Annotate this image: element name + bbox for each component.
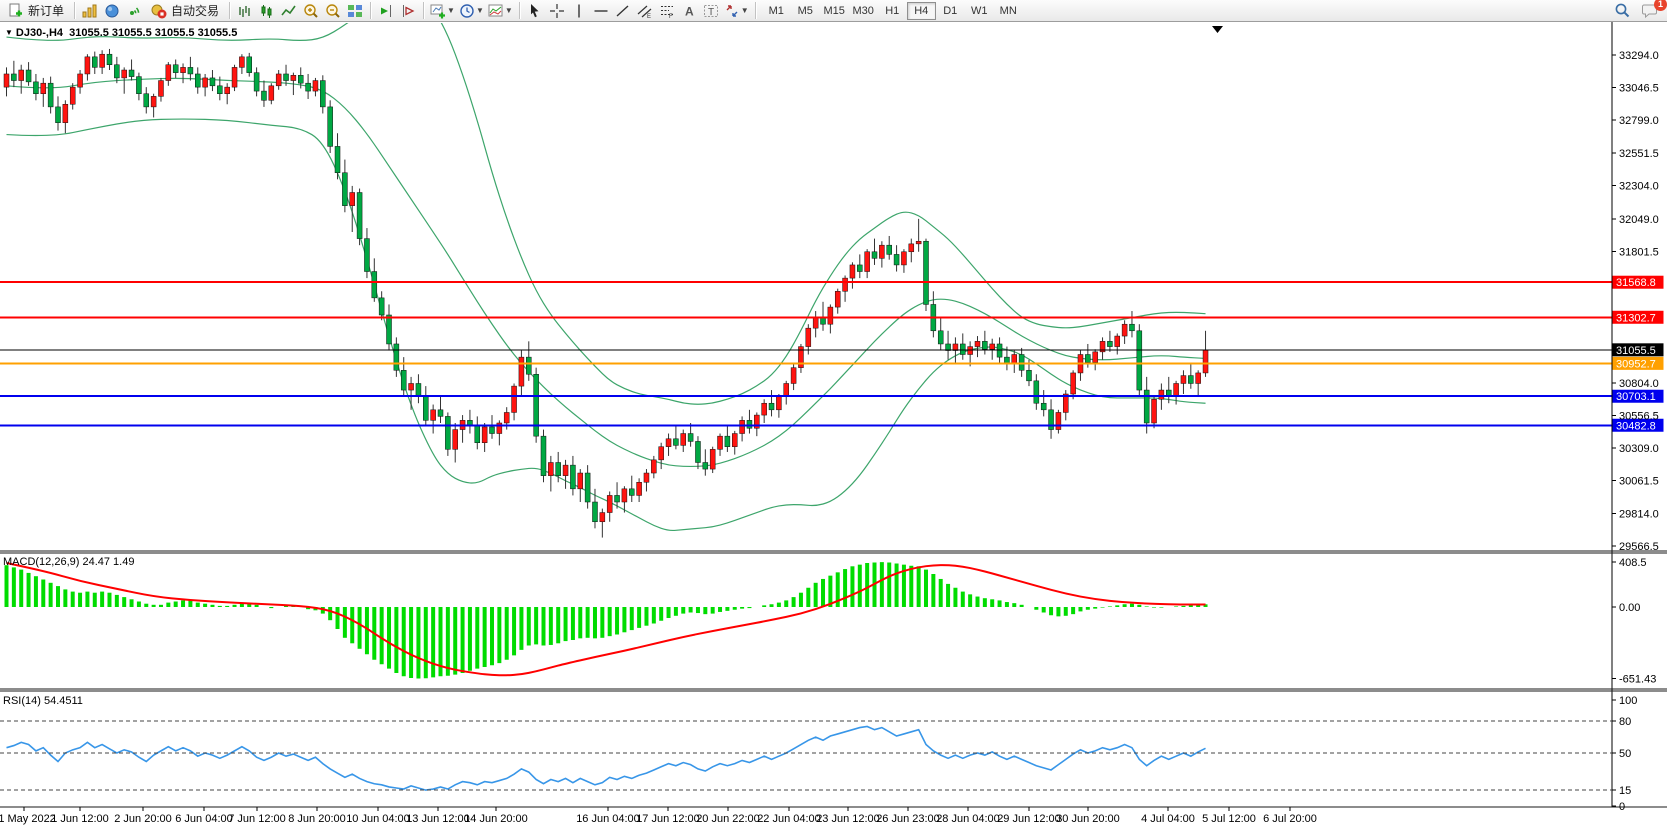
timeframe-group: M1 M5 M15 M30 H1 H4 D1 W1 MN (762, 1, 1023, 20)
auto-trading-label: 自动交易 (171, 4, 220, 18)
search-icon (1614, 2, 1631, 19)
timeframe-D1[interactable]: D1 (936, 2, 965, 20)
zoom-out-icon (325, 3, 341, 19)
timeframe-H1[interactable]: H1 (878, 2, 907, 20)
channel-icon: E (637, 3, 653, 19)
arrows-icon (724, 3, 740, 19)
equidistant-channel-button[interactable]: E (634, 1, 656, 21)
time-axis[interactable] (0, 807, 1612, 829)
auto-scroll-button[interactable] (375, 1, 397, 21)
indicators-icon (488, 3, 504, 19)
collapse-arrow-icon: ▼ (5, 28, 13, 37)
timeframe-MN[interactable]: MN (994, 2, 1023, 20)
bar-chart-icon (237, 3, 253, 19)
new-order-label: 新订单 (28, 4, 65, 18)
candlestick-chart-button[interactable] (256, 1, 278, 21)
auto-scroll-icon (378, 3, 394, 19)
navigator-icon (104, 3, 120, 19)
market-watch-button[interactable] (79, 1, 101, 21)
zoom-in-icon (303, 3, 319, 19)
search-button[interactable] (1611, 1, 1633, 21)
horizontal-line-icon (593, 3, 609, 19)
svg-text:A: A (685, 4, 694, 18)
text-button[interactable]: A (678, 1, 700, 21)
macd-panel[interactable] (0, 554, 1612, 688)
svg-text:E: E (647, 14, 651, 19)
clock-icon (459, 3, 475, 19)
trendline-icon (615, 3, 631, 19)
crosshair-button[interactable] (546, 1, 568, 21)
timeframe-M15[interactable]: M15 (820, 2, 849, 20)
new-chart-dropdown[interactable]: ▼ (428, 1, 457, 21)
rsi-panel[interactable] (0, 692, 1612, 806)
symbol-ohlc-header: ▼ DJ30-,H4 31055.5 31055.5 31055.5 31055.… (5, 27, 238, 39)
market-watch-icon (82, 3, 98, 19)
zoom-out-button[interactable] (322, 1, 344, 21)
notification-badge: 1 (1654, 0, 1667, 11)
timeframe-H4[interactable]: H4 (906, 1, 936, 20)
rsi-indicator-label: RSI(14) 54.4511 (3, 695, 83, 707)
main-chart-panel[interactable] (0, 22, 1612, 551)
price-axis[interactable] (1612, 22, 1667, 807)
text-label-icon: T (703, 3, 719, 19)
toolbar: 新订单 自动交易 ▼ ▼ ▼ E F A T ▼ M1 M5 M15 M30 H1 H4 D… (0, 0, 1667, 22)
indicators-dropdown[interactable]: ▼ (486, 1, 515, 21)
auto-trading-button[interactable]: 自动交易 (145, 1, 225, 21)
new-chart-icon (430, 3, 446, 19)
arrows-dropdown[interactable]: ▼ (722, 1, 751, 21)
signals-button[interactable] (123, 1, 145, 21)
chart-shift-button[interactable] (397, 1, 419, 21)
chart-shift-icon (400, 3, 416, 19)
svg-text:T: T (708, 7, 714, 18)
horizontal-line-button[interactable] (590, 1, 612, 21)
tile-windows-icon (347, 3, 363, 19)
cursor-button[interactable] (524, 1, 546, 21)
navigator-button[interactable] (101, 1, 123, 21)
line-chart-button[interactable] (278, 1, 300, 21)
text-label-button[interactable]: T (700, 1, 722, 21)
tile-windows-button[interactable] (344, 1, 366, 21)
cursor-icon (527, 3, 543, 19)
text-icon: A (681, 3, 697, 19)
notifications-button[interactable]: 1 (1639, 0, 1667, 21)
vertical-line-button[interactable] (568, 1, 590, 21)
trendline-button[interactable] (612, 1, 634, 21)
timeframe-M30[interactable]: M30 (849, 2, 878, 20)
fibonacci-button[interactable]: F (656, 1, 678, 21)
vertical-line-icon (571, 3, 587, 19)
macd-indicator-label: MACD(12,26,9) 24.47 1.49 (3, 556, 135, 568)
new-order-icon (8, 3, 24, 19)
svg-text:F: F (669, 14, 673, 19)
bar-chart-button[interactable] (234, 1, 256, 21)
timeframe-M1[interactable]: M1 (762, 2, 791, 20)
fibonacci-icon: F (659, 3, 675, 19)
auto-trading-icon (151, 3, 167, 19)
timeframe-M5[interactable]: M5 (791, 2, 820, 20)
zoom-in-button[interactable] (300, 1, 322, 21)
candlestick-chart-icon (259, 3, 275, 19)
new-order-button[interactable]: 新订单 (2, 1, 70, 21)
timeframe-W1[interactable]: W1 (965, 2, 994, 20)
signals-icon (126, 3, 142, 19)
crosshair-icon (549, 3, 565, 19)
line-chart-icon (281, 3, 297, 19)
profiles-dropdown[interactable]: ▼ (457, 1, 486, 21)
